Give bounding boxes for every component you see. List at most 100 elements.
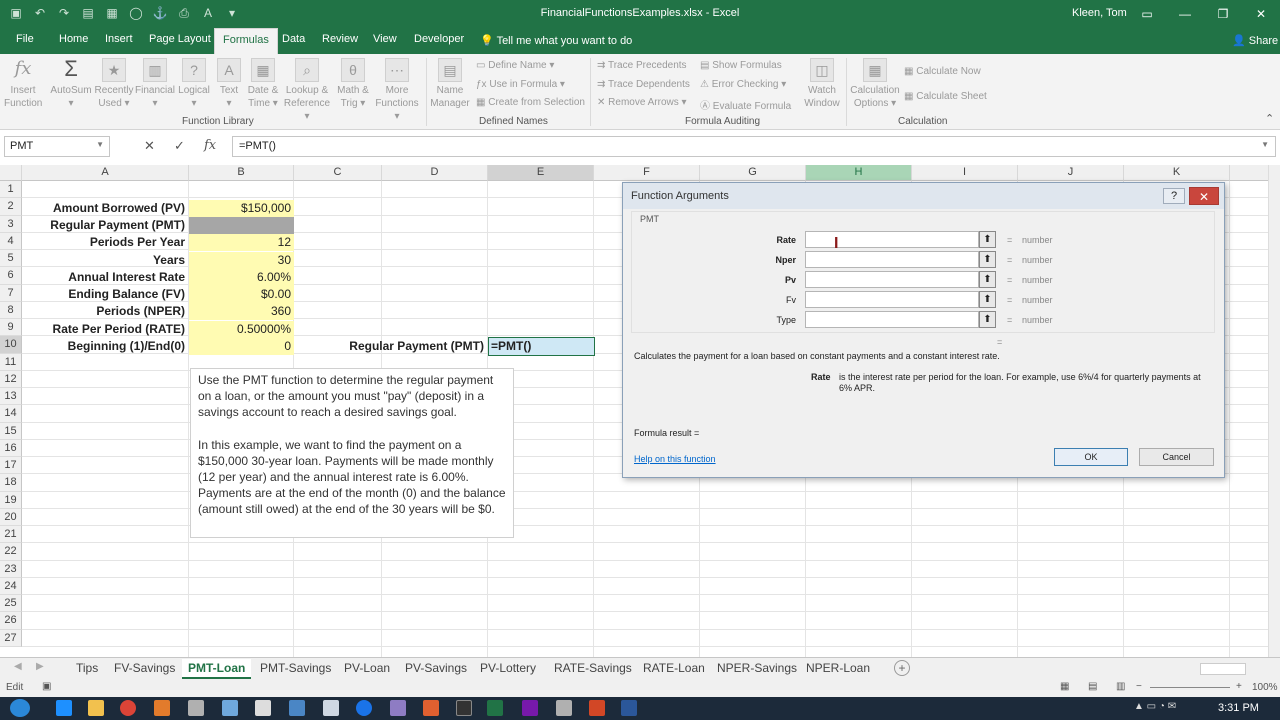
row-header[interactable]: 18 <box>0 474 22 492</box>
column-header-j[interactable]: J <box>1018 165 1124 181</box>
row-header[interactable]: 19 <box>0 491 22 509</box>
row-header[interactable]: 22 <box>0 543 22 561</box>
row-header[interactable]: 23 <box>0 560 22 578</box>
sheet-tab-nper-savings[interactable]: NPER-Savings <box>711 659 803 679</box>
column-header-e[interactable]: E <box>488 165 594 181</box>
cell-a4[interactable]: Periods Per Year <box>22 234 189 251</box>
row-header[interactable]: 17 <box>0 457 22 475</box>
sheet-tab-pv-savings[interactable]: PV-Savings <box>399 659 473 679</box>
tab-view[interactable]: View <box>373 33 397 45</box>
cell-a3[interactable]: Regular Payment (PMT) <box>22 217 189 234</box>
nper-input[interactable] <box>805 251 979 268</box>
tab-formulas[interactable]: Formulas <box>214 28 278 54</box>
confirm-entry-icon[interactable]: ✓ <box>174 138 185 154</box>
trace-dependents-button[interactable]: ⇉ Trace Dependents <box>597 79 690 90</box>
media-icon[interactable] <box>154 700 170 716</box>
app-icon[interactable] <box>323 700 339 716</box>
cell-a8[interactable]: Periods (NPER) <box>22 303 189 320</box>
row-header[interactable]: 10 <box>0 336 22 354</box>
sheet-tab-pmt-savings[interactable]: PMT-Savings <box>254 659 337 679</box>
cancel-entry-icon[interactable]: ✕ <box>144 138 155 154</box>
cell-e10-active[interactable]: =PMT() <box>488 337 595 356</box>
tab-home[interactable]: Home <box>59 33 88 45</box>
name-manager-button[interactable]: ▤ Name Manager <box>428 58 472 110</box>
cancel-button[interactable]: Cancel <box>1139 448 1214 466</box>
row-header[interactable]: 1 <box>0 181 22 199</box>
zoom-out-icon[interactable]: − <box>1136 681 1142 692</box>
collapse-dialog-icon[interactable]: ⬆ <box>979 231 996 248</box>
dialog-help-icon[interactable]: ? <box>1163 188 1185 204</box>
row-header[interactable]: 25 <box>0 595 22 613</box>
app-icon[interactable] <box>188 700 204 716</box>
row-header[interactable]: 4 <box>0 232 22 250</box>
powerpoint-icon[interactable] <box>589 700 605 716</box>
normal-view-icon[interactable]: ▦ <box>1060 681 1069 692</box>
date-time-button[interactable]: ▦ Date & Time ▾ <box>244 58 282 110</box>
row-header[interactable]: 3 <box>0 215 22 233</box>
edge-icon[interactable] <box>56 700 72 716</box>
expand-formula-icon[interactable]: ▼ <box>1261 140 1269 149</box>
ribbon-display-icon[interactable]: ▭ <box>1132 4 1162 24</box>
app-icon[interactable] <box>222 700 238 716</box>
column-header-d[interactable]: D <box>382 165 488 181</box>
page-layout-view-icon[interactable]: ▤ <box>1088 681 1097 692</box>
evaluate-formula-button[interactable]: Ⓐ Evaluate Formula <box>700 97 791 112</box>
select-all-corner[interactable] <box>0 165 22 181</box>
column-header-h[interactable]: H <box>806 165 912 181</box>
horizontal-scrollbar[interactable] <box>1200 663 1246 675</box>
row-header[interactable]: 2 <box>0 198 22 216</box>
cell-b7[interactable]: $0.00 <box>189 286 294 303</box>
cell-b5[interactable]: 30 <box>189 252 294 269</box>
lookup-reference-button[interactable]: ⌕ Lookup & Reference ▾ <box>282 58 332 123</box>
create-from-selection-button[interactable]: ▦ Create from Selection <box>476 97 585 108</box>
column-header-c[interactable]: C <box>294 165 382 181</box>
recently-used-button[interactable]: ★ Recently Used ▾ <box>94 58 134 110</box>
more-functions-button[interactable]: ⋯ More Functions ▾ <box>372 58 422 123</box>
cell-b6[interactable]: 6.00% <box>189 269 294 286</box>
row-header[interactable]: 8 <box>0 301 22 319</box>
row-header[interactable]: 9 <box>0 319 22 337</box>
next-sheet-icon[interactable]: ▶ <box>36 661 44 672</box>
trace-precedents-button[interactable]: ⇉ Trace Precedents <box>597 60 687 71</box>
app-icon[interactable] <box>556 700 572 716</box>
start-button-icon[interactable] <box>10 699 30 717</box>
logical-button[interactable]: ? Logical ▾ <box>176 58 212 110</box>
tab-data[interactable]: Data <box>282 33 305 45</box>
math-trig-button[interactable]: θ Math & Trig ▾ <box>334 58 372 110</box>
cell-a6[interactable]: Annual Interest Rate <box>22 269 189 286</box>
collapse-dialog-icon[interactable]: ⬆ <box>979 271 996 288</box>
file-explorer-icon[interactable] <box>88 700 104 716</box>
row-header[interactable]: 26 <box>0 612 22 630</box>
cell-a9[interactable]: Rate Per Period (RATE) <box>22 321 189 338</box>
sheet-tab-tips[interactable]: Tips <box>70 659 104 679</box>
row-header[interactable]: 15 <box>0 422 22 440</box>
tab-developer[interactable]: Developer <box>414 33 464 45</box>
vertical-scrollbar[interactable] <box>1268 165 1280 657</box>
rate-input[interactable] <box>805 231 979 248</box>
row-header[interactable]: 20 <box>0 508 22 526</box>
add-sheet-icon[interactable]: + <box>894 660 910 676</box>
tab-insert[interactable]: Insert <box>105 33 133 45</box>
cell-b4[interactable]: 12 <box>189 234 294 251</box>
autosum-button[interactable]: Σ AutoSum ▾ <box>48 58 94 110</box>
ok-button[interactable]: OK <box>1054 448 1128 466</box>
tab-review[interactable]: Review <box>322 33 358 45</box>
tab-page-layout[interactable]: Page Layout <box>149 33 211 45</box>
prev-sheet-icon[interactable]: ◀ <box>14 661 22 672</box>
collapse-dialog-icon[interactable]: ⬆ <box>979 311 996 328</box>
dialog-title[interactable]: Function Arguments <box>623 183 1224 209</box>
tab-file[interactable]: File <box>16 33 34 45</box>
column-header-i[interactable]: I <box>912 165 1018 181</box>
app-icon[interactable] <box>423 700 439 716</box>
page-break-view-icon[interactable]: ▥ <box>1116 681 1125 692</box>
error-checking-button[interactable]: ⚠ Error Checking ▾ <box>700 79 786 90</box>
sheet-tab-rate-savings[interactable]: RATE-Savings <box>548 659 638 679</box>
user-name[interactable]: Kleen, Tom <box>1072 7 1127 19</box>
column-header-f[interactable]: F <box>594 165 700 181</box>
column-header-l[interactable] <box>1230 165 1268 181</box>
collapse-ribbon-icon[interactable]: ⌃ <box>1265 112 1274 125</box>
word-icon[interactable] <box>621 700 637 716</box>
cell-b8[interactable]: 360 <box>189 303 294 320</box>
name-box[interactable]: PMT ▼ <box>4 136 110 157</box>
row-header[interactable]: 14 <box>0 405 22 423</box>
